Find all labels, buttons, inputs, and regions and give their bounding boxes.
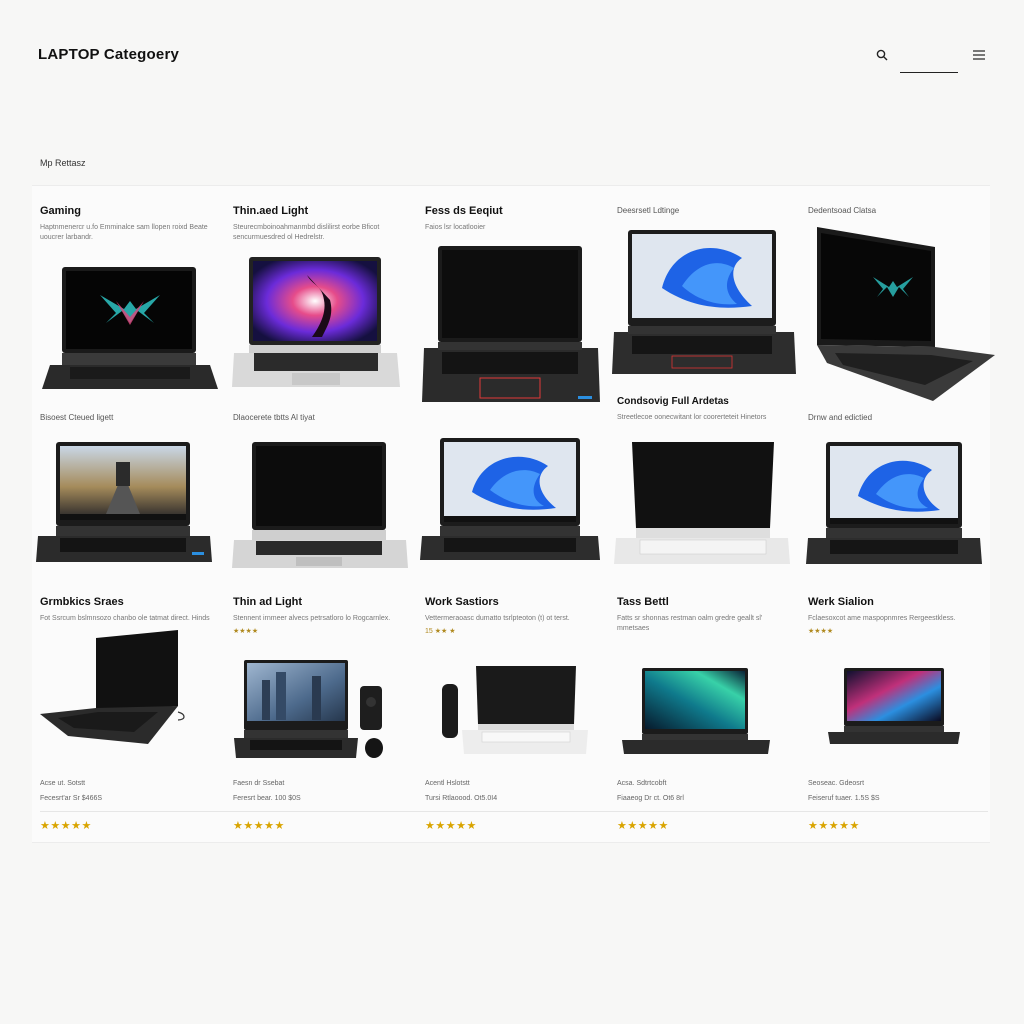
product-name: Faesn dr Ssebat (233, 780, 285, 787)
product-name: Acse ut. Sotstt (40, 780, 86, 787)
menu-icon[interactable] (972, 49, 986, 61)
category-card-graphics[interactable]: Grmbkics Sraes Fot Ssrcum bslmnsozo chan… (40, 596, 230, 624)
product-price: Fecesrt'ar Sr $466S (40, 795, 103, 802)
category-card-draw[interactable]: Drnw and edictied (808, 413, 998, 422)
card-title: Work Sastiors (425, 596, 499, 608)
laptop-image-neon[interactable] (826, 666, 962, 748)
laptop-image-essential[interactable] (422, 244, 600, 406)
category-card-work-station[interactable]: Werk Sialion Fclaesoxcot ame maspopnmres… (808, 596, 998, 635)
laptop-image-thin-light[interactable] (232, 255, 402, 395)
category-card-thin-light[interactable]: Thin.aed Light Steurecmboinoahmanmbd dis… (233, 205, 423, 243)
category-card-gaming[interactable]: Gaming Haptnmenercr u.fo Emminalce sam l… (40, 205, 230, 243)
laptop-image-win11[interactable] (420, 436, 600, 562)
category-card-workstations[interactable]: Work Sastiors Vettermeraoasc dumatto tsr… (425, 596, 615, 635)
card-description: Fot Ssrcum bslmnsozo chanbo ole tatmat d… (40, 615, 210, 622)
laptop-image-road[interactable] (36, 440, 212, 566)
card-description: Fatts sr shonnas restman oalm gredre gea… (617, 615, 763, 632)
category-card-full-arts[interactable]: Condsovig Full Ardetas Streetlecoe oonec… (617, 396, 807, 423)
card-title: Werk Sialion (808, 596, 874, 608)
star-rating: ★★★★★ (40, 820, 92, 832)
search-icon[interactable] (876, 49, 888, 61)
page-title: LAPTOP Categoery (38, 46, 180, 63)
product-price: Feresrt bear. 100 $0S (233, 795, 301, 802)
product-info-2[interactable]: Faesn dr Ssebat Feresrt bear. 100 $0S (233, 780, 403, 802)
laptop-image-angled[interactable] (38, 628, 188, 748)
card-rating: ★★★★ (233, 628, 259, 635)
card-title: Dlaocerete tbtts Al tiyat (233, 413, 315, 422)
card-title: Thin.aed Light (233, 205, 309, 217)
laptop-image-win11-right[interactable] (806, 440, 982, 566)
product-info-1[interactable]: Acse ut. Sotstt Fecesrt'ar Sr $466S (40, 780, 210, 802)
card-title: Bisoest Cteued ligett (40, 413, 114, 422)
laptop-image-off-silver[interactable] (232, 440, 408, 570)
product-name: Seoseac. Gdeosrt (808, 780, 865, 787)
card-rating: 15 ★★ ★ (425, 628, 456, 635)
search-input[interactable] (900, 72, 958, 73)
laptop-image-desktop[interactable] (612, 228, 796, 378)
product-price: Fiaaeog Dr ct. Ot6 8rl (617, 795, 684, 802)
card-title: Condsovig Full Ardetas (617, 396, 729, 407)
card-description: Faios lsr locatlooier (425, 224, 486, 231)
card-title: Fess ds Eeqiut (425, 205, 503, 217)
laptop-image-aurora[interactable] (620, 666, 772, 756)
card-title: Dedentsoad Clatsa (808, 206, 877, 215)
product-name: Acsa. Sdtrtcobft (617, 780, 667, 787)
divider (40, 811, 988, 812)
card-title: Tass Bettl (617, 596, 669, 608)
category-card-detachable[interactable]: Dedentsoad Clatsa (808, 206, 998, 215)
star-rating: ★★★★★ (808, 820, 860, 832)
card-description: Vettermeraoasc dumatto tsrlpteoton (t) o… (425, 615, 570, 622)
laptop-image-workstation[interactable] (438, 662, 590, 760)
star-rating: ★★★★★ (617, 820, 669, 832)
product-name: Acentl Hslotstt (425, 780, 470, 787)
laptop-image-gaming[interactable] (40, 265, 220, 393)
card-rating: ★★★★ (808, 628, 834, 635)
card-description: Streetlecoe oonecwitant lor coorerteteit… (617, 414, 767, 421)
category-card-essential[interactable]: Fess ds Eeqiut Faios lsr locatlooier (425, 205, 615, 233)
card-title: Deesrsetl Ldtinge (617, 206, 680, 215)
section-label: Mp Rettasz (40, 158, 86, 168)
product-price: Tursi Rtlaoood. Ot5.0I4 (425, 795, 498, 802)
star-rating: ★★★★★ (233, 820, 285, 832)
star-rating: ★★★★★ (425, 820, 477, 832)
product-info-5[interactable]: Seoseac. Gdeosrt Feiseruf tuaer. 1.5S $S (808, 780, 978, 802)
category-card-best[interactable]: Bisoest Cteued ligett (40, 413, 230, 422)
product-info-3[interactable]: Acentl Hslotstt Tursi Rtlaoood. Ot5.0I4 (425, 780, 595, 802)
laptop-image-city[interactable] (232, 656, 392, 762)
category-card-desktop[interactable]: Deesrsetl Ldtinge (617, 206, 807, 215)
card-title: Thin ad Light (233, 596, 303, 608)
category-card-detachable-two[interactable]: Dlaocerete tbtts Al tiyat (233, 413, 423, 422)
card-description: Steurecmboinoahmanmbd dislilirst eorbe B… (233, 224, 380, 241)
top-header: LAPTOP Categoery (0, 0, 1024, 110)
laptop-image-off-white[interactable] (614, 440, 790, 566)
card-title: Grmbkics Sraes (40, 596, 124, 608)
card-description: Stennent irnmeer alvecs petrsatloro lo R… (233, 615, 391, 622)
category-card-tass[interactable]: Tass Bettl Fatts sr shonnas restman oalm… (617, 596, 807, 634)
product-price: Feiseruf tuaer. 1.5S $S (808, 795, 880, 802)
card-title: Drnw and edictied (808, 413, 873, 422)
product-info-4[interactable]: Acsa. Sdtrtcobft Fiaaeog Dr ct. Ot6 8rl (617, 780, 787, 802)
category-card-thin-light-two[interactable]: Thin ad Light Stennent irnmeer alvecs pe… (233, 596, 423, 635)
card-description: Fclaesoxcot ame maspopnmres Rergeestkles… (808, 615, 956, 622)
card-title: Gaming (40, 205, 81, 217)
laptop-image-detachable[interactable] (813, 225, 997, 405)
card-description: Haptnmenercr u.fo Emminalce sam llopen r… (40, 224, 208, 241)
